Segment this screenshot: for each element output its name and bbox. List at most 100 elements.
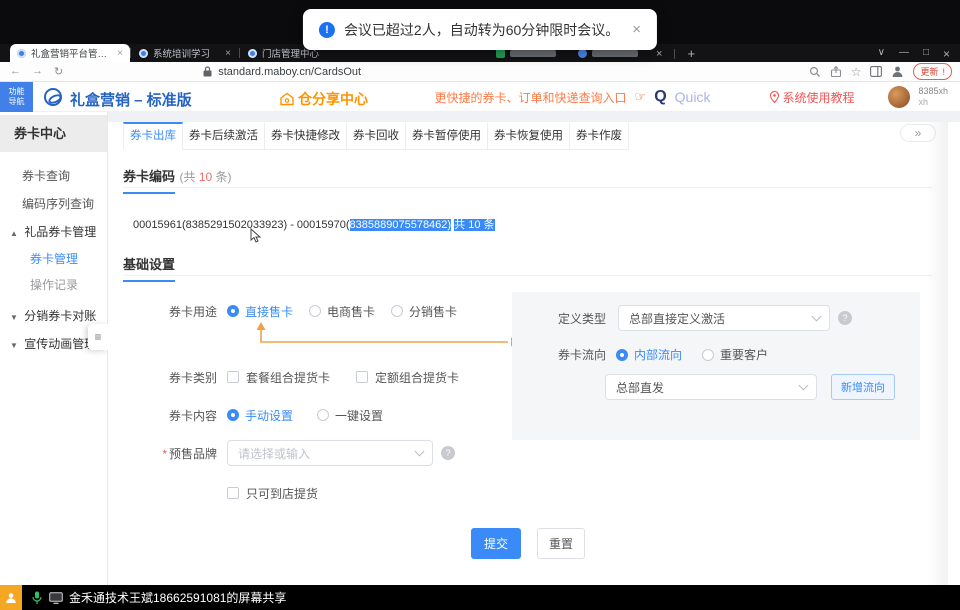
tab-card-recycle[interactable]: 券卡回收 — [347, 122, 406, 150]
sidebar-collapse-button[interactable]: ≡ — [88, 324, 108, 350]
checkbox-store-pickup-only[interactable]: 只可到店提货 — [227, 485, 318, 502]
checkbox-fixed-amount-pickup-card[interactable]: 定额组合提货卡 — [356, 369, 459, 386]
radio-icon — [702, 349, 714, 361]
card-flow-row: 券卡流向 内部流向 重要客户 — [558, 346, 784, 363]
sidebar-item-card-query[interactable]: 券卡查询 — [0, 162, 107, 190]
option-label: 只可到店提货 — [246, 485, 318, 502]
tab-close-icon[interactable]: × — [225, 48, 231, 59]
tab-card-suspend[interactable]: 券卡暂停使用 — [406, 122, 488, 150]
update-browser-button[interactable]: 更新 ! — [913, 63, 952, 80]
minimize-icon[interactable]: — — [899, 47, 909, 61]
close-icon[interactable]: × — [943, 47, 950, 61]
obscured-tab-label — [592, 50, 638, 57]
tab-close-icon[interactable]: × — [656, 48, 662, 60]
chevron-down-icon[interactable]: ∨ — [878, 47, 885, 61]
side-panel-icon[interactable] — [870, 66, 882, 77]
profile-icon[interactable] — [891, 65, 904, 78]
option-label: 内部流向 — [634, 346, 682, 363]
share-icon[interactable] — [830, 66, 842, 78]
browser-tab[interactable]: 系统培训学习 × — [131, 44, 239, 62]
triangle-up-icon: ▲ — [10, 229, 18, 238]
define-type-select[interactable]: 总部直接定义激活 — [618, 305, 830, 331]
obscured-tab-label — [510, 50, 556, 57]
divider — [123, 187, 932, 188]
sidebar-group-gift-card-management[interactable]: ▲ 礼品券卡管理 — [0, 218, 107, 246]
content-edge-shadow — [926, 122, 948, 585]
radio-manual-setup[interactable]: 手动设置 — [227, 407, 293, 424]
tab-card-quick-modify[interactable]: 券卡快捷修改 — [265, 122, 347, 150]
radio-direct-sale[interactable]: 直接售卡 — [227, 303, 293, 320]
reset-button[interactable]: 重置 — [537, 528, 585, 559]
triangle-down-icon: ▼ — [10, 313, 18, 322]
radio-one-click-setup[interactable]: 一键设置 — [317, 407, 383, 424]
new-tab-button[interactable]: + — [687, 46, 695, 61]
radio-internal-flow[interactable]: 内部流向 — [616, 346, 682, 363]
avatar[interactable] — [888, 86, 910, 108]
presale-brand-select[interactable]: 请选择或输入 — [227, 440, 433, 466]
question-mark: ? — [445, 448, 450, 458]
url-text: standard.maboy.cn/CardsOut — [218, 66, 361, 78]
checkbox-icon — [227, 487, 239, 499]
sidebar-item-code-sequence-query[interactable]: 编码序列查询 — [0, 190, 107, 218]
radio-icon — [391, 305, 403, 317]
sidebar-group-label: 宣传动画管理 — [24, 337, 96, 351]
count-close: 条) — [212, 170, 231, 184]
function-nav-button[interactable]: 功能 导航 — [0, 82, 33, 112]
share-status-text: 金禾通技术王斌18662591081的屏幕共享 — [69, 589, 286, 606]
card-usage-label: 券卡用途 — [123, 303, 217, 320]
help-icon[interactable]: ? — [838, 311, 852, 325]
function-nav-line1: 功能 — [9, 87, 25, 97]
help-icon[interactable]: ? — [441, 446, 455, 460]
tab-card-void[interactable]: 券卡作废 — [570, 122, 629, 150]
quick-q-logo[interactable]: Q — [654, 88, 666, 106]
define-type-row: 定义类型 总部直接定义激活 ? — [558, 305, 852, 331]
tab-close-icon[interactable]: × — [117, 48, 123, 59]
lock-icon — [203, 66, 212, 77]
browser-tab-active[interactable]: 礼盒营销平台管理中心 × — [10, 44, 130, 62]
back-icon[interactable]: ← — [10, 65, 21, 78]
checkbox-combo-pickup-card[interactable]: 套餐组合提货卡 — [227, 369, 330, 386]
tab-card-followup-activation[interactable]: 券卡后续激活 — [183, 122, 265, 150]
browser-tab-label: 礼盒营销平台管理中心 — [31, 46, 112, 60]
radio-ecommerce-sale[interactable]: 电商售卡 — [309, 303, 375, 320]
select-placeholder: 请选择或输入 — [238, 445, 310, 462]
option-label: 手动设置 — [245, 407, 293, 424]
toast-close-icon[interactable]: × — [632, 21, 641, 38]
quick-link[interactable]: Quick — [675, 89, 711, 105]
radio-distribution-sale[interactable]: 分销售卡 — [391, 303, 457, 320]
card-operation-tabs: 券卡出库 券卡后续激活 券卡快捷修改 券卡回收 券卡暂停使用 券卡恢复使用 券卡… — [123, 122, 629, 150]
bookmark-star-icon[interactable]: ☆ — [851, 65, 862, 79]
code-count-badge: 共 10 条 — [454, 219, 494, 231]
code-range-selected-text: 8385889075578462) — [350, 219, 452, 231]
reload-icon[interactable]: ↻ — [54, 65, 63, 78]
sidebar-item-operation-records[interactable]: 操作记录 — [0, 272, 107, 298]
count-open: (共 — [179, 170, 198, 184]
zoom-icon[interactable] — [809, 66, 821, 78]
flow-target-select[interactable]: 总部直发 — [605, 374, 817, 400]
share-center-link[interactable]: 仓分享中心 — [280, 89, 368, 109]
sidebar-item-card-management-active[interactable]: 券卡管理 — [0, 246, 107, 272]
tab-separator — [674, 49, 675, 59]
browser-tab-label: 系统培训学习 — [153, 46, 210, 60]
forward-icon[interactable]: → — [32, 65, 43, 78]
select-value: 总部直发 — [616, 379, 664, 396]
submit-button[interactable]: 提交 — [471, 528, 521, 559]
tutorial-link[interactable]: 系统使用教程 — [770, 89, 854, 106]
radio-icon — [616, 349, 628, 361]
radio-important-customer[interactable]: 重要客户 — [702, 346, 768, 363]
meeting-toast: ! 会议已超过2人，自动转为60分钟限时会议。 × — [303, 9, 657, 50]
participant-button[interactable] — [0, 585, 22, 610]
maximize-icon[interactable]: □ — [923, 47, 929, 61]
function-nav-line2: 导航 — [9, 97, 25, 107]
radio-icon — [317, 409, 329, 421]
address-bar: ← → ↻ standard.maboy.cn/CardsOut ☆ 更新 ! — [0, 62, 960, 82]
tab-card-resume[interactable]: 券卡恢复使用 — [488, 122, 570, 150]
promo-text: 更快捷的券卡、订单和快递查询入口 — [435, 89, 627, 106]
tabs-overflow-button[interactable]: » — [900, 124, 936, 142]
checkbox-icon — [227, 371, 239, 383]
tab-card-outbound[interactable]: 券卡出库 — [123, 122, 183, 150]
sidebar-group-label: 礼品券卡管理 — [24, 225, 96, 239]
divider — [123, 275, 932, 276]
url-field[interactable]: standard.maboy.cn/CardsOut — [203, 66, 361, 78]
add-flow-button[interactable]: 新增流向 — [831, 374, 895, 400]
